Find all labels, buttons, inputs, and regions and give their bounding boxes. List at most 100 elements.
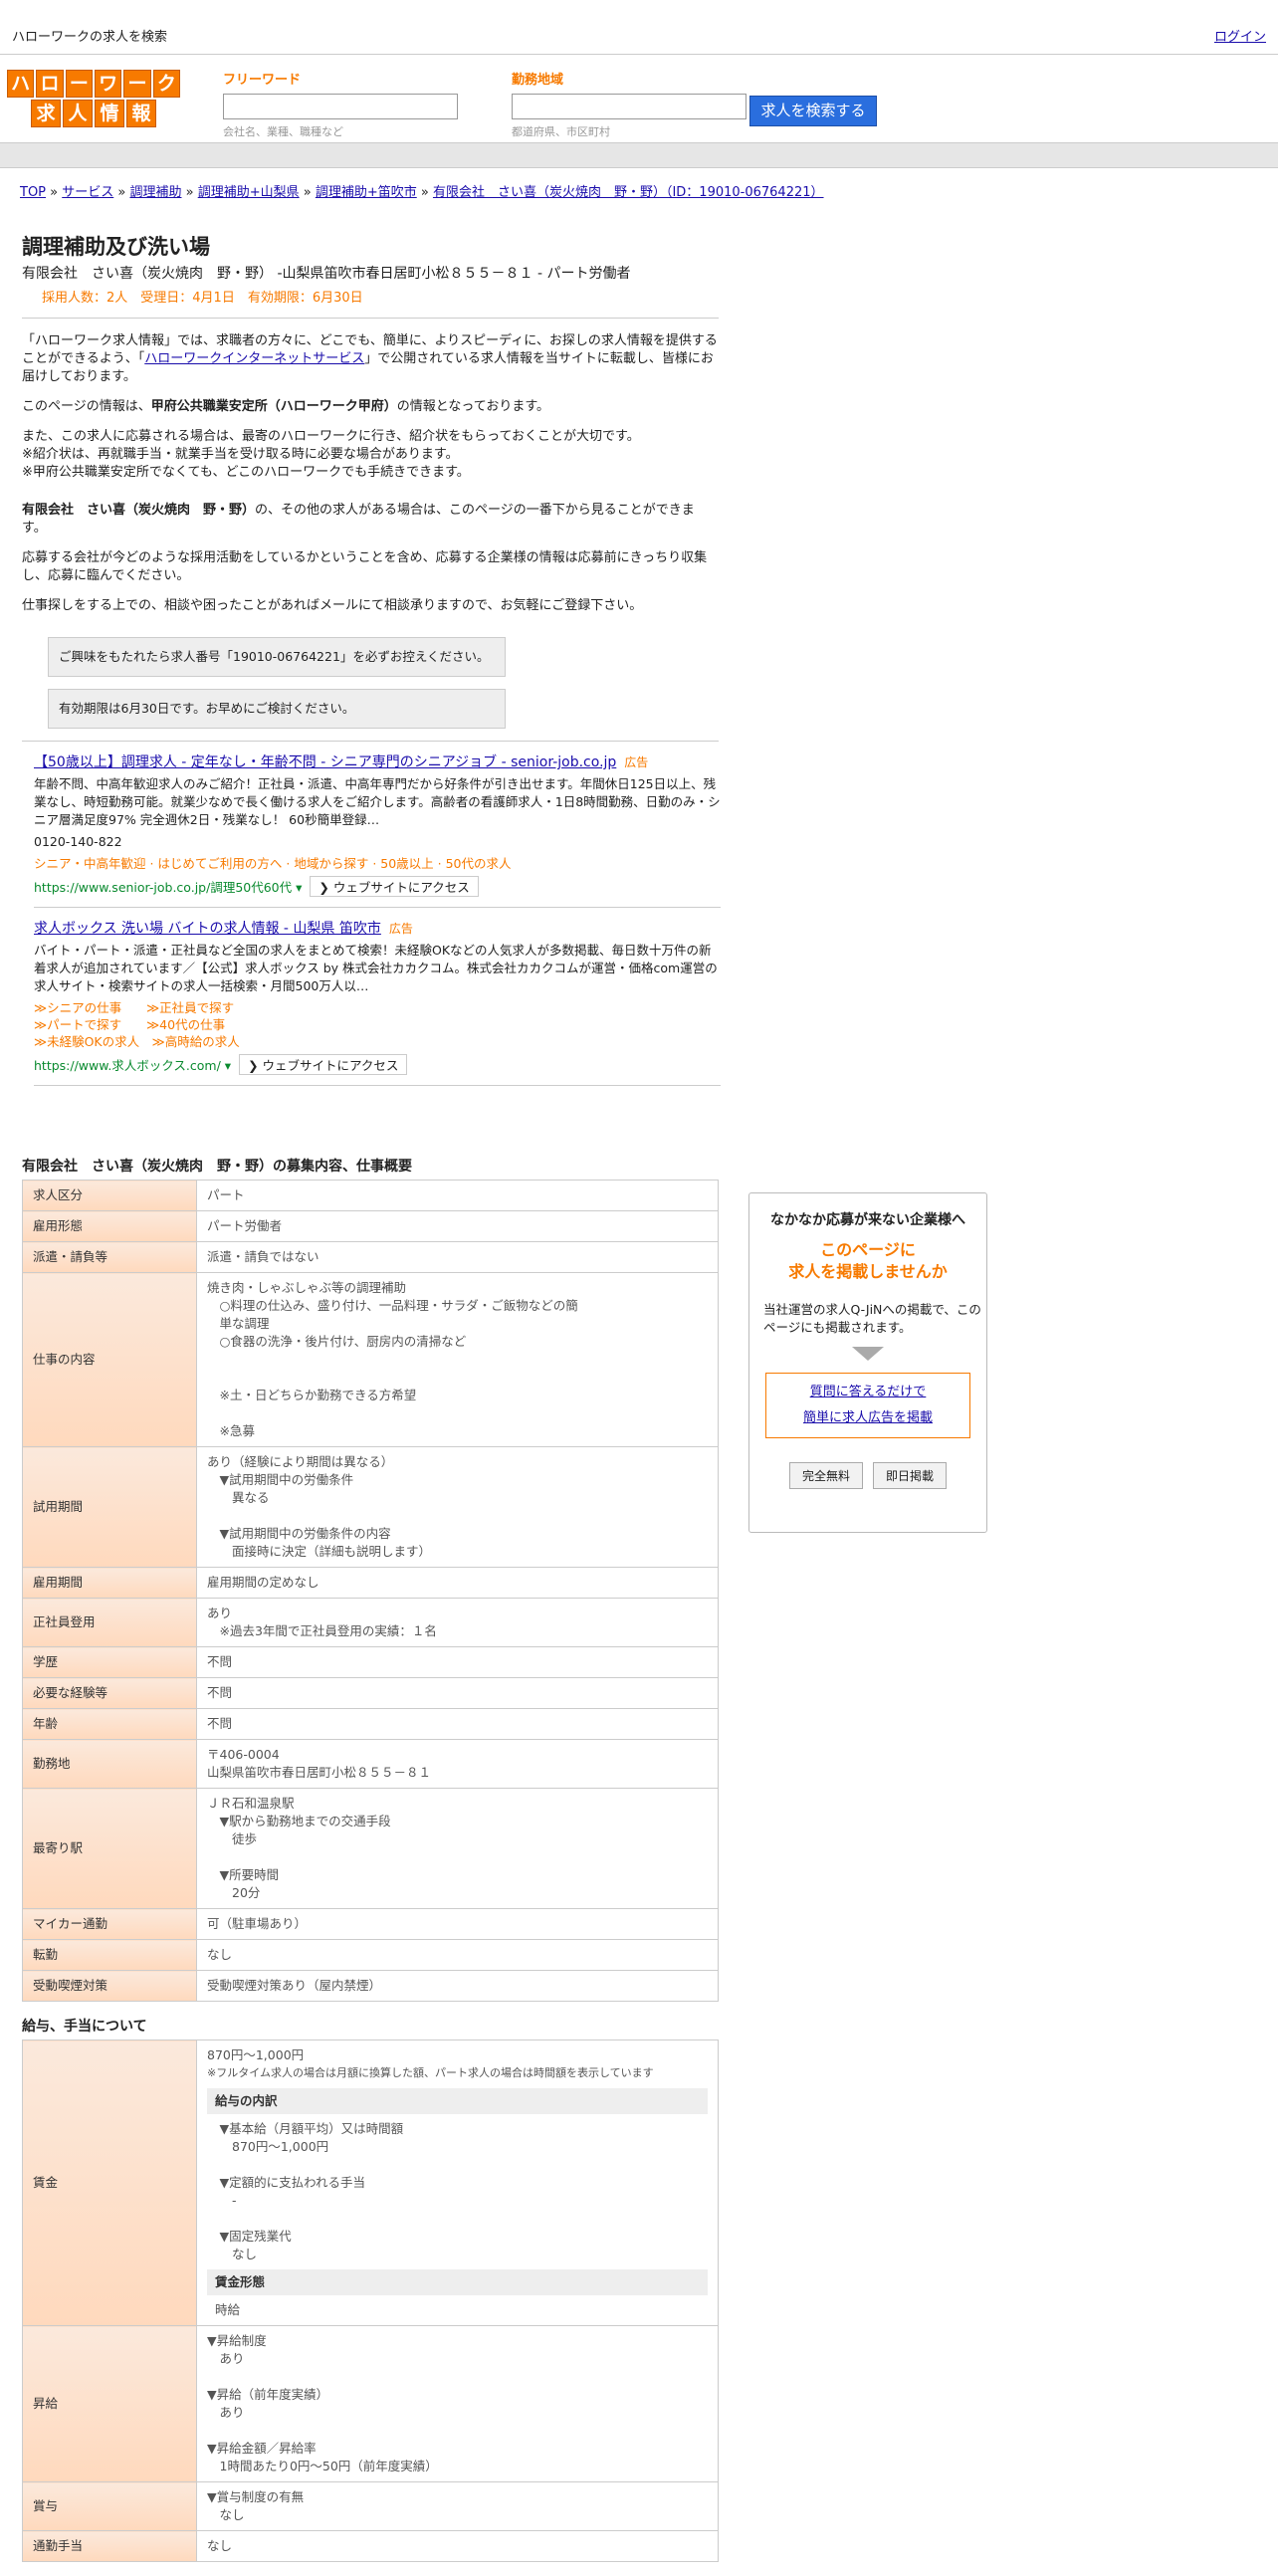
breadcrumb-separator: » xyxy=(299,185,316,200)
row-value: 不問 xyxy=(196,1708,719,1740)
header: ハローワーク 求人情報 フリーワード 会社名、業種、職種など 勤務地域 都道府県… xyxy=(0,55,1278,143)
advertise-badges: 完全無料 即日掲載 xyxy=(749,1462,986,1489)
breadcrumb-link[interactable]: 調理補助+笛吹市 xyxy=(316,185,417,200)
site-logo[interactable]: ハローワーク 求人情報 xyxy=(6,69,181,127)
divider xyxy=(22,741,719,742)
intro-p5: 応募する会社が今どのような採用活動をしているかということを含め、応募する企業様の… xyxy=(22,550,708,583)
ad-block: 求人ボックス 洗い場 バイトの求人情報 - 山梨県 笛吹市 広告 バイト・パート・派… xyxy=(34,918,721,1086)
ad-label: 広告 xyxy=(624,755,649,769)
row-key: 勤務地 xyxy=(22,1739,197,1789)
intro: 「ハローワーク求人情報」では、求職者の方々に、どこでも、簡単に、よりスピーディに… xyxy=(22,332,719,729)
breadcrumb-link[interactable]: TOP xyxy=(20,185,46,200)
table-row: 派遣・請負等 派遣・請負ではない xyxy=(22,1241,719,1273)
row-key: 必要な経験等 xyxy=(22,1677,197,1709)
advertise-link-box: 質問に答えるだけで 簡単に求人広告を掲載 xyxy=(765,1373,970,1438)
row-value: なし xyxy=(196,1939,719,1971)
breadcrumb-separator: » xyxy=(46,185,63,200)
breadcrumb: TOP » サービス » 調理補助 » 調理補助+山梨県 » 調理補助+笛吹市 … xyxy=(20,181,824,200)
table-row: マイカー通勤 可（駐車場あり） xyxy=(22,1908,719,1940)
job-meta: 採用人数：2人 受理日：4月1日 有効期限：6月30日 xyxy=(42,291,363,306)
breadcrumb-link[interactable]: 調理補助 xyxy=(129,185,181,200)
row-key: 最寄り駅 xyxy=(22,1788,197,1909)
free-badge[interactable]: 完全無料 xyxy=(788,1462,863,1489)
raise-key: 昇給 xyxy=(22,2325,197,2482)
search-button[interactable]: 求人を検索する xyxy=(749,96,877,126)
advertise-box: なかなか応募が来ない企業様へ このページに 求人を掲載しませんか 当社運営の求人Q… xyxy=(748,1192,987,1533)
ad-visit-button[interactable]: ❯ ウェブサイトにアクセス xyxy=(239,1054,408,1075)
advertise-link-question[interactable]: 質問に答えるだけで xyxy=(810,1385,927,1399)
section2-heading: 給与、手当について xyxy=(22,2019,147,2035)
advertise-headline: このページに 求人を掲載しませんか xyxy=(788,1240,948,1281)
row-value: 不問 xyxy=(196,1646,719,1678)
notice-expiry: 有効期限は6月30日です。お早めにご検討ください。 xyxy=(48,689,506,729)
breadcrumb-link[interactable]: 有限会社 さい喜（炭火焼肉 野・野）（ID：19010-06764221） xyxy=(433,185,824,200)
logo-char: ー xyxy=(123,70,151,98)
freeword-input[interactable] xyxy=(223,94,458,119)
breadcrumb-separator: » xyxy=(416,185,433,200)
same-day-badge[interactable]: 即日掲載 xyxy=(873,1462,948,1489)
table-row: 転勤 なし xyxy=(22,1939,719,1971)
row-key: 雇用期間 xyxy=(22,1567,197,1599)
table-row: 勤務地 〒406-0004 山梨県笛吹市春日居町小松８５５－８１ xyxy=(22,1739,719,1789)
table-row: 最寄り駅 ＪＲ石和温泉駅 ▼駅から勤務地までの交通手段 徒歩 ▼所要時間 20分 xyxy=(22,1788,719,1909)
row-key: 年齢 xyxy=(22,1708,197,1740)
breadcrumb-link[interactable]: サービス xyxy=(62,185,113,200)
table-row: 正社員登用 あり ※過去3年間で正社員登用の実績：１名 xyxy=(22,1598,719,1647)
wage-type-title: 賃金形態 xyxy=(207,2269,708,2295)
arrow-down-icon xyxy=(852,1347,884,1361)
ad-visit-button[interactable]: ❯ ウェブサイトにアクセス xyxy=(310,876,479,897)
main-content: 調理補助及び洗い場 有限会社 さい喜（炭火焼肉 野・野） -山梨県笛吹市春日居町… xyxy=(22,231,721,2576)
ad-title-link[interactable]: 求人ボックス 洗い場 バイトの求人情報 - 山梨県 笛吹市 xyxy=(34,921,381,937)
site-title: ハローワークの求人を検索 xyxy=(12,30,168,45)
table-row: 雇用形態 パート労働者 xyxy=(22,1210,719,1242)
ad-url[interactable]: https://www.senior-job.co.jp/調理50代60代 ▾ ❯… xyxy=(34,876,721,897)
intro-p1: 「ハローワーク求人情報」では、求職者の方々に、どこでも、簡単に、よりスピーディに… xyxy=(22,333,718,384)
table-row: 雇用期間 雇用期間の定めなし xyxy=(22,1567,719,1599)
ad-sitelinks[interactable]: シニア・中高年歓迎 · はじめてご利用の方へ · 地域から探す · 50歳以上 … xyxy=(34,855,721,872)
logo-char: ク xyxy=(152,70,180,98)
area-input[interactable] xyxy=(512,94,746,119)
intro-p6: 仕事探しをする上での、相談や困ったことがあればメールにて相談承りますので、お気軽… xyxy=(22,598,643,613)
logo-char: 求 xyxy=(31,100,61,127)
table-row: 通勤手当 なし xyxy=(22,2530,719,2562)
wage-key: 賃金 xyxy=(22,2039,197,2326)
wage-note: ※フルタイム求人の場合は月額に換算した額、パート求人の場合は時間額を表示していま… xyxy=(207,2066,654,2079)
row-value: ＪＲ石和温泉駅 ▼駅から勤務地までの交通手段 徒歩 ▼所要時間 20分 xyxy=(196,1788,719,1909)
commute-value: なし xyxy=(196,2530,719,2562)
login-link[interactable]: ログイン xyxy=(1214,26,1266,45)
ad-url[interactable]: https://www.求人ボックス.com/ ▾ ❯ ウェブサイトにアクセス xyxy=(34,1054,721,1075)
intro-p2: このページの情報は、甲府公共職業安定所（ハローワーク甲府）の情報となっております… xyxy=(22,399,550,414)
table-row: 賞与 ▼賞与制度の有無 なし xyxy=(22,2481,719,2531)
intro-p3: また、この求人に応募される場合は、最寄のハローワークに行き、紹介状をもらっておく… xyxy=(22,429,640,480)
ad-sitelinks[interactable]: ≫シニアの仕事 ≫正社員で探す ≫パートで探す ≫40代の仕事 ≫未経験OKの求… xyxy=(34,999,721,1050)
row-key: マイカー通勤 xyxy=(22,1908,197,1940)
ad-description: バイト・パート・派遣・正社員など全国の求人をまとめて検索！未経験OKなどの人気求… xyxy=(34,943,718,993)
row-key: 求人区分 xyxy=(22,1180,197,1211)
row-key: 仕事の内容 xyxy=(22,1272,197,1447)
logo-char: ロ xyxy=(36,70,64,98)
area-label: 勤務地域 xyxy=(512,73,564,88)
row-value: 焼き肉・しゃぶしゃぶ等の調理補助 ○料理の仕込み、盛り付け、一品料理・サラダ・ご… xyxy=(196,1272,719,1447)
table-row: 求人区分 パート xyxy=(22,1180,719,1211)
bonus-value: ▼賞与制度の有無 なし xyxy=(196,2481,719,2531)
logo-char: 情 xyxy=(95,100,124,127)
breadcrumb-separator: » xyxy=(181,185,198,200)
row-value: あり ※過去3年間で正社員登用の実績：１名 xyxy=(196,1598,719,1647)
intro-p4: 有限会社 さい喜（炭火焼肉 野・野）の、その他の求人がある場合は、このページの一… xyxy=(22,503,695,536)
job-subtitle: 有限会社 さい喜（炭火焼肉 野・野） -山梨県笛吹市春日居町小松８５５－８１ -… xyxy=(22,266,631,282)
hellowork-service-link[interactable]: ハローワークインターネットサービス xyxy=(144,351,364,366)
logo-char: 報 xyxy=(126,100,156,127)
table-row: 年齢 不問 xyxy=(22,1708,719,1740)
breadcrumb-link[interactable]: 調理補助+山梨県 xyxy=(198,185,300,200)
bonus-key: 賞与 xyxy=(22,2481,197,2531)
area-placeholder: 都道府県、市区町村 xyxy=(512,125,610,138)
ad-title-link[interactable]: 【50歳以上】調理求人 - 定年なし・年齢不問 - シニア専門のシニアジョブ -… xyxy=(34,754,616,770)
row-key: 受動喫煙対策 xyxy=(22,1970,197,2002)
job-title: 調理補助及び洗い場 xyxy=(22,235,210,259)
advertise-link-post[interactable]: 簡単に求人広告を掲載 xyxy=(803,1410,933,1425)
logo-char: ハ xyxy=(7,70,35,98)
table-row: 仕事の内容 焼き肉・しゃぶしゃぶ等の調理補助 ○料理の仕込み、盛り付け、一品料理・… xyxy=(22,1272,719,1447)
notice-job-number: ご興味をもたれたら求人番号「19010-06764221」を必ずお控えください。 xyxy=(48,637,506,677)
logo-char: ー xyxy=(65,70,93,98)
row-value: パート労働者 xyxy=(196,1210,719,1242)
